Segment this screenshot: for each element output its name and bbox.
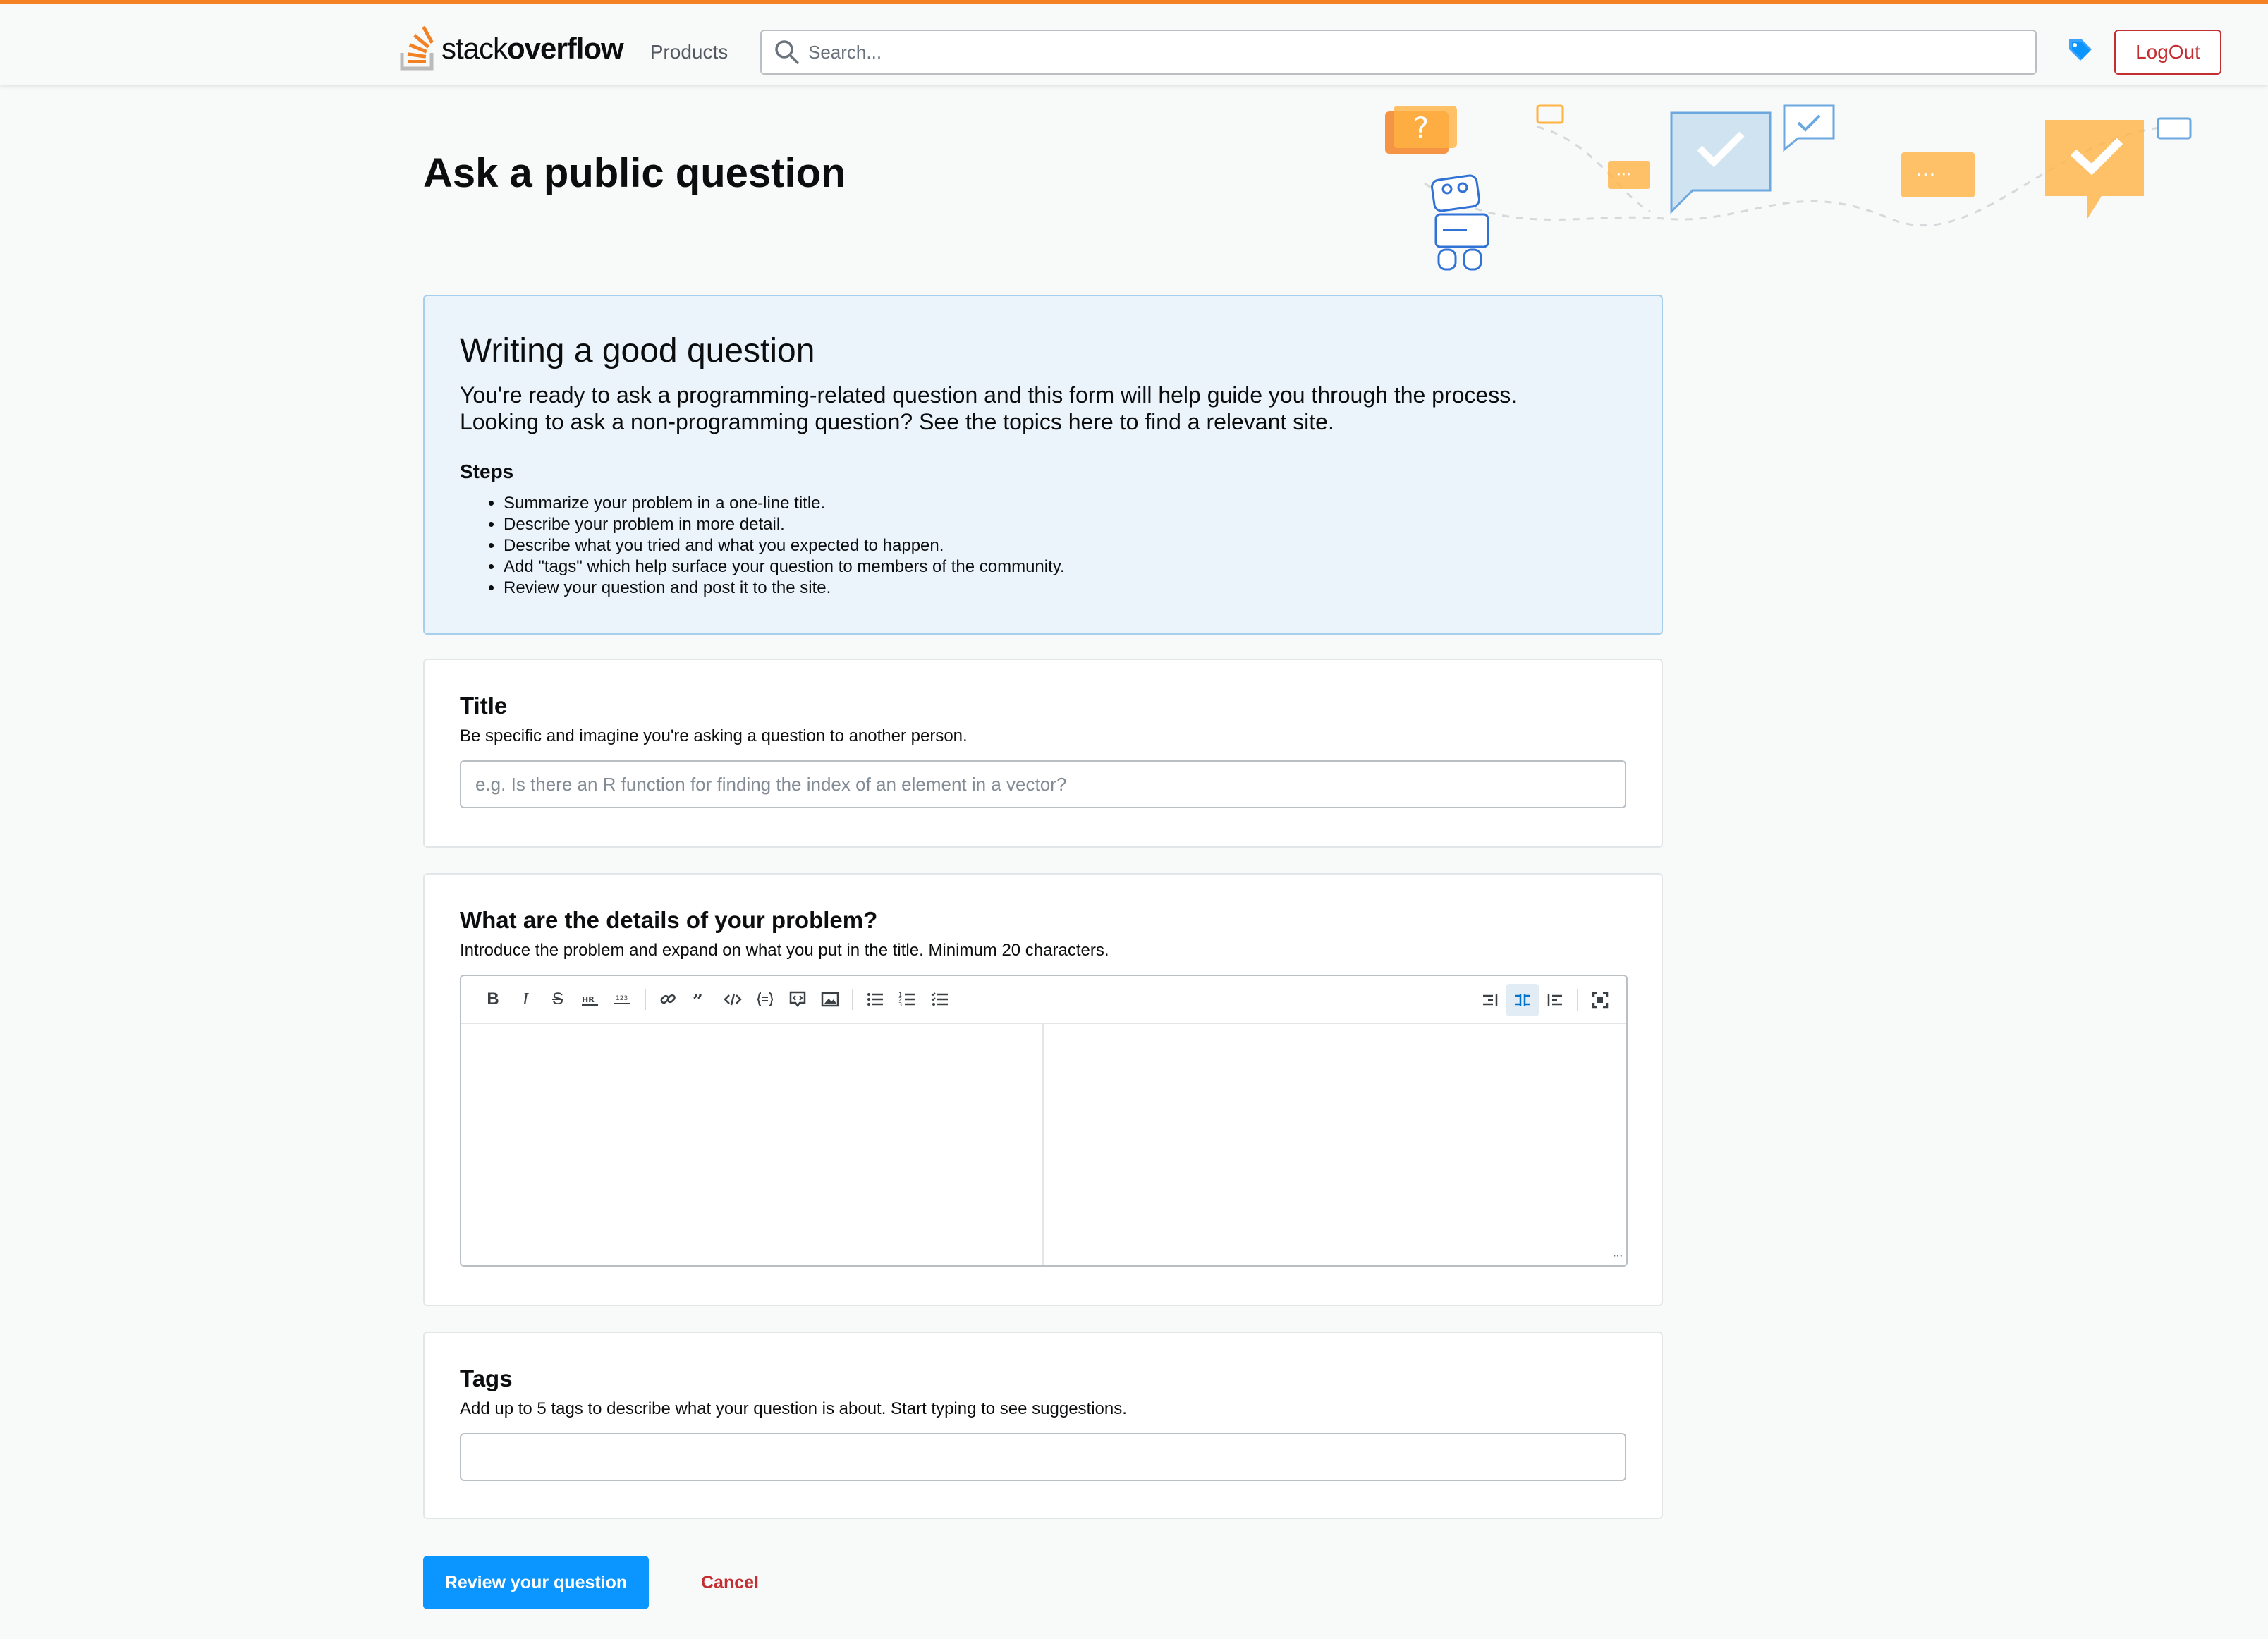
review-question-button[interactable]: Review your question [423, 1556, 649, 1609]
steps-heading: Steps [460, 461, 514, 482]
svg-text:123: 123 [616, 995, 628, 1002]
code-button[interactable] [717, 983, 749, 1016]
editor-toolbar: B I S HR 123 ” 123 [461, 976, 1626, 1024]
snippet-button[interactable] [781, 983, 814, 1016]
top-bar: stackoverflow Products LogOut [0, 0, 2268, 85]
page-title: Ask a public question [423, 150, 846, 196]
link-icon [660, 994, 676, 1004]
search-input[interactable] [801, 32, 2035, 72]
preview-only-icon [1547, 994, 1562, 1006]
svg-text:···: ··· [1915, 163, 1936, 188]
products-link[interactable]: Products [643, 32, 735, 72]
horizontal-rule-button[interactable]: 123 [606, 983, 639, 1016]
notice-heading: Writing a good question [460, 332, 815, 370]
step-item: Describe what you tried and what you exp… [504, 535, 1626, 556]
bulleted-list-button[interactable] [859, 983, 891, 1016]
side-by-side-button[interactable] [1506, 984, 1539, 1016]
editor-only-icon [1483, 994, 1498, 1006]
title-card: Title Be specific and imagine you're ask… [423, 659, 1663, 848]
task-list-button[interactable] [924, 983, 956, 1016]
toolbar-divider [645, 989, 646, 1010]
title-label: Title [460, 693, 508, 719]
robot-chat-illustration: ? ··· ··· [1385, 104, 2192, 271]
details-card: What are the details of your problem? In… [423, 873, 1663, 1306]
code-block-icon [757, 992, 774, 1006]
svg-text:?: ? [1413, 111, 1429, 145]
code-icon [724, 993, 742, 1006]
details-label: What are the details of your problem? [460, 907, 878, 933]
notice-intro-line1: You're ready to ask a programming-relate… [460, 382, 1518, 408]
step-item: Review your question and post it to the … [504, 578, 1626, 599]
blockquote-button[interactable]: ” [684, 983, 717, 1016]
svg-text:···: ··· [1616, 166, 1631, 184]
title-description: Be specific and imagine you're asking a … [460, 726, 968, 745]
notice-intro-line2: Looking to ask a non-programming questio… [460, 409, 1334, 434]
writing-good-question-notice: Writing a good question You're ready to … [423, 295, 1663, 635]
link-button[interactable] [652, 983, 684, 1016]
toolbar-divider [852, 989, 853, 1010]
numbered-list-button[interactable]: 123 [891, 983, 924, 1016]
step-item: Summarize your problem in a one-line tit… [504, 493, 1626, 514]
view-mode-toolbar [1474, 984, 1616, 1016]
title-input[interactable] [460, 760, 1626, 808]
svg-text:HR: HR [582, 995, 595, 1004]
svg-text:3: 3 [898, 1001, 902, 1008]
stackoverflow-logo[interactable]: stackoverflow [399, 24, 624, 73]
tag-icon[interactable] [2066, 35, 2095, 63]
tags-input[interactable] [460, 1433, 1626, 1481]
quote-icon: ” [693, 991, 703, 1009]
step-item: Add "tags" which help surface your quest… [504, 556, 1626, 578]
tags-label: Tags [460, 1365, 513, 1391]
code-block-button[interactable] [749, 983, 781, 1016]
preview-off-button[interactable] [1474, 984, 1506, 1016]
tags-card: Tags Add up to 5 tags to describe what y… [423, 1332, 1663, 1519]
heading-button[interactable]: HR [574, 983, 606, 1016]
numbered-list-icon: 123 [898, 992, 915, 1008]
heading-icon: HR [582, 995, 598, 1006]
task-list-icon [931, 992, 948, 1006]
search-box[interactable] [760, 30, 2037, 75]
logo-text: stackoverflow [441, 32, 624, 65]
italic-button[interactable]: I [509, 983, 542, 1016]
image-button[interactable] [814, 983, 846, 1016]
svg-text:”: ” [693, 991, 703, 1009]
side-by-side-icon [1515, 994, 1530, 1006]
tags-description: Add up to 5 tags to describe what your q… [460, 1399, 1127, 1418]
logout-button[interactable]: LogOut [2114, 30, 2221, 75]
fullscreen-button[interactable] [1584, 984, 1616, 1016]
cancel-button[interactable]: Cancel [677, 1556, 783, 1609]
step-item: Describe your problem in more detail. [504, 514, 1626, 535]
horizontal-rule-icon: 123 [614, 995, 630, 1004]
steps-list: Summarize your problem in a one-line tit… [460, 493, 1626, 599]
toolbar-divider [1577, 989, 1578, 1011]
stack-logo-icon [400, 26, 434, 71]
fullscreen-icon [1592, 992, 1609, 1009]
strikethrough-button[interactable]: S [542, 983, 574, 1016]
preview-pane [1044, 1024, 1626, 1265]
search-icon [775, 40, 799, 64]
bold-button[interactable]: B [477, 983, 509, 1016]
preview-only-button[interactable] [1539, 984, 1571, 1016]
bulleted-list-icon [867, 993, 883, 1006]
resize-grip-icon[interactable]: ··· [1612, 1248, 1623, 1264]
editor-textarea[interactable] [461, 1024, 1044, 1265]
image-icon [821, 992, 839, 1007]
details-description: Introduce the problem and expand on what… [460, 941, 1109, 960]
snippet-icon [789, 991, 806, 1008]
markdown-editor: B I S HR 123 ” 123 ··· [460, 975, 1628, 1267]
